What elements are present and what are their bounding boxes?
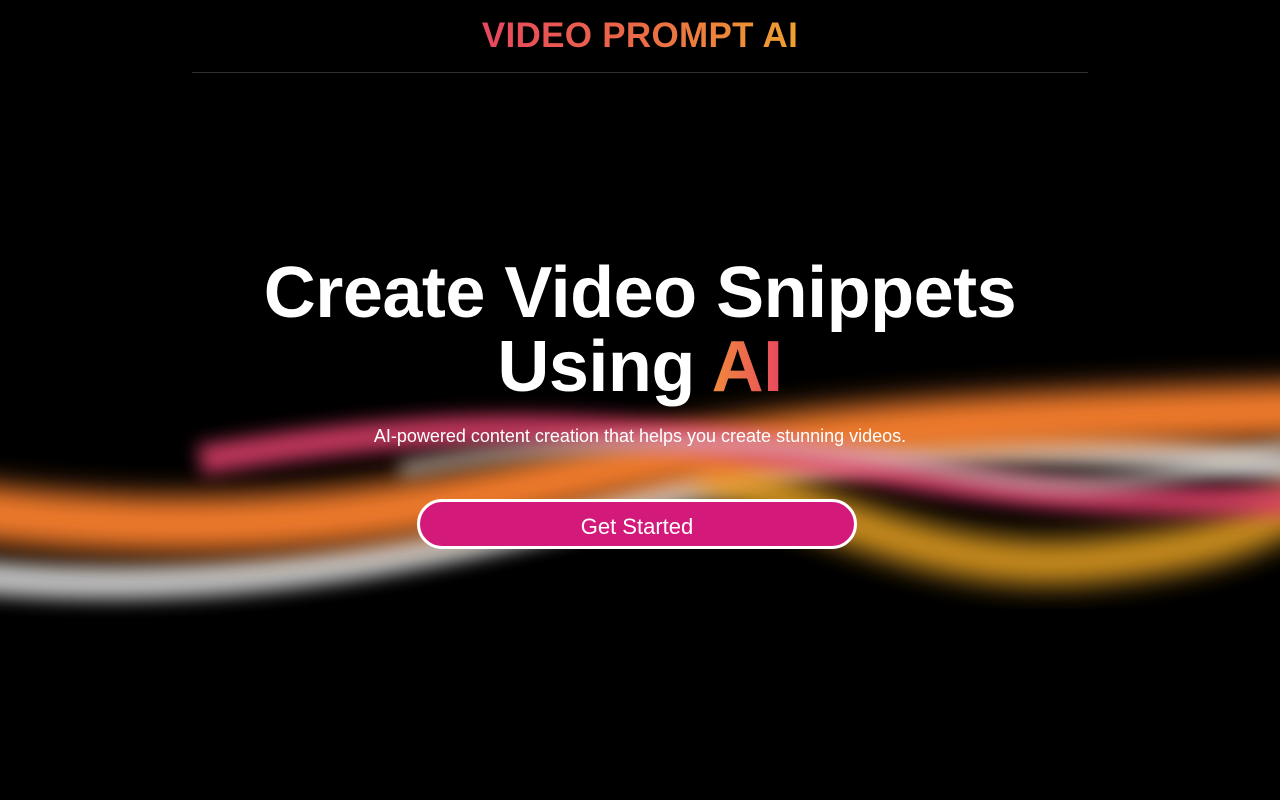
get-started-button[interactable]: Get Started xyxy=(417,499,857,549)
site-header: VIDEO PROMPT AI xyxy=(192,0,1088,73)
hero-title-line1: Create Video Snippets xyxy=(263,253,1017,333)
hero-section: Create Video Snippets Using AI AI-powere… xyxy=(0,256,1280,448)
hero-title: Create Video Snippets Using AI xyxy=(0,256,1280,404)
hero-title-line2-prefix: Using xyxy=(497,327,712,407)
hero-subtitle: AI-powered content creation that helps y… xyxy=(373,426,907,446)
hero-title-accent: AI xyxy=(711,327,784,407)
brand-logo[interactable]: VIDEO PROMPT AI xyxy=(482,16,798,56)
